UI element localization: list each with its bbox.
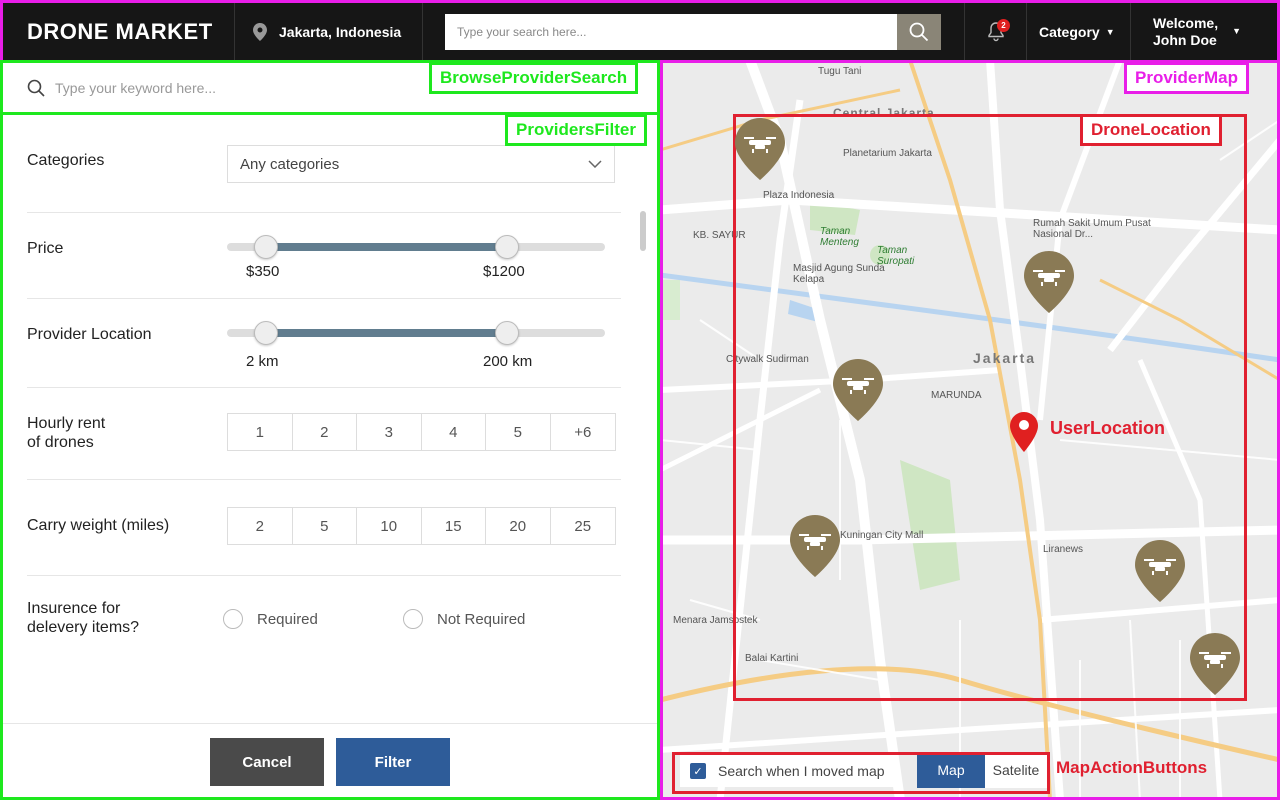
categories-dropdown[interactable]: Any categories xyxy=(227,145,615,183)
drone-pin-icon[interactable] xyxy=(790,515,840,577)
distance-slider-range xyxy=(266,329,507,337)
categories-label: Categories xyxy=(27,152,105,169)
hourly-option[interactable]: 4 xyxy=(422,414,486,450)
insurance-not-required-radio[interactable]: Not Required xyxy=(403,609,525,629)
caret-down-icon: ▼ xyxy=(1105,26,1115,37)
hourly-option[interactable]: 5 xyxy=(486,414,551,450)
top-navigation-bar: DRONE MARKET Jakarta, Indonesia 2 Catego… xyxy=(0,0,1280,60)
annotation-providers-filter: ProvidersFilter xyxy=(505,114,647,146)
notification-badge: 2 xyxy=(997,19,1010,32)
map-action-buttons-area xyxy=(672,752,1050,794)
provider-location-label: Provider Location xyxy=(27,326,152,343)
hourly-option[interactable]: +6 xyxy=(551,414,616,450)
welcome-text: Welcome, John Doe xyxy=(1153,15,1218,49)
location-selector[interactable]: Jakarta, Indonesia xyxy=(235,3,423,60)
insurance-label-line1: Insurence for xyxy=(27,600,121,617)
app-logo[interactable]: DRONE MARKET xyxy=(3,3,235,60)
drone-pin-icon[interactable] xyxy=(1190,633,1240,695)
price-max-handle[interactable] xyxy=(495,235,519,259)
caret-down-icon: ▼ xyxy=(1232,26,1242,36)
drone-pin-icon[interactable] xyxy=(1024,251,1074,313)
filter-scrollbar[interactable] xyxy=(640,211,646,251)
welcome-line: Welcome, xyxy=(1153,14,1219,31)
weight-option[interactable]: 10 xyxy=(357,508,422,544)
filter-provider-location: Provider Location 2 km 200 km xyxy=(27,299,621,388)
weight-option[interactable]: 2 xyxy=(228,508,293,544)
user-name: John Doe xyxy=(1153,31,1217,48)
categories-value: Any categories xyxy=(240,155,340,173)
price-min-value: $350 xyxy=(246,263,280,280)
insurance-label-line2: delevery items? xyxy=(27,619,140,636)
providers-panel: Categories Any categories Price $350 $12… xyxy=(0,60,660,800)
filter-price: Price $350 $1200 xyxy=(27,213,621,299)
weight-option[interactable]: 25 xyxy=(551,508,616,544)
hourly-rent-label: Hourly rent of drones xyxy=(27,414,105,452)
search-button[interactable] xyxy=(897,13,941,50)
filter-insurance: Insurence for delevery items? Required N… xyxy=(27,576,621,676)
map-pin-icon xyxy=(253,22,267,41)
chevron-down-icon xyxy=(588,160,602,168)
price-label: Price xyxy=(27,240,64,257)
annotation-map-action-buttons: MapActionButtons xyxy=(1056,758,1208,777)
insurance-required-radio[interactable]: Required xyxy=(223,609,318,629)
header-search-input[interactable] xyxy=(445,13,897,50)
insurance-label: Insurence for delevery items? xyxy=(27,599,139,637)
search-box xyxy=(445,13,941,50)
weight-option[interactable]: 5 xyxy=(293,508,357,544)
cancel-button[interactable]: Cancel xyxy=(210,738,324,786)
drone-pin-icon[interactable] xyxy=(735,118,785,180)
notifications-button[interactable]: 2 xyxy=(965,3,1027,60)
search-icon xyxy=(909,22,929,41)
weight-option[interactable]: 15 xyxy=(422,508,486,544)
radio-circle xyxy=(403,609,423,629)
hourly-rent-label-line2: of drones xyxy=(27,434,94,451)
annotation-provider-map: ProviderMap xyxy=(1124,62,1249,94)
hourly-option[interactable]: 1 xyxy=(228,414,293,450)
price-slider-range xyxy=(266,243,507,251)
radio-label: Not Required xyxy=(437,610,526,628)
price-slider[interactable] xyxy=(227,235,605,259)
weight-option[interactable]: 20 xyxy=(486,508,551,544)
distance-min-handle[interactable] xyxy=(254,321,278,345)
distance-max-handle[interactable] xyxy=(495,321,519,345)
annotation-user-location: UserLocation xyxy=(1050,418,1166,438)
map-label-tugu-tani: Tugu Tani xyxy=(818,66,862,77)
search-icon xyxy=(27,79,45,97)
annotation-browse-provider-search: BrowseProviderSearch xyxy=(429,62,639,94)
category-label: Category xyxy=(1039,23,1100,40)
filter-actions: Cancel Filter xyxy=(3,723,657,797)
drone-pin-icon[interactable] xyxy=(1135,540,1185,602)
radio-circle xyxy=(223,609,243,629)
carry-weight-options: 2 5 10 15 20 25 xyxy=(227,507,616,545)
user-menu[interactable]: Welcome, John Doe ▼ xyxy=(1131,3,1277,60)
distance-max-value: 200 km xyxy=(483,353,533,370)
keyword-search-input[interactable] xyxy=(55,79,415,96)
header-search xyxy=(423,3,965,60)
radio-label: Required xyxy=(257,610,318,628)
user-location-pin-icon[interactable] xyxy=(1010,412,1038,452)
distance-min-value: 2 km xyxy=(246,353,279,370)
price-min-handle[interactable] xyxy=(254,235,278,259)
category-dropdown[interactable]: Category ▼ xyxy=(1027,3,1131,60)
filter-button[interactable]: Filter xyxy=(336,738,450,786)
drone-location-area xyxy=(733,114,1247,701)
drone-pin-icon[interactable] xyxy=(833,359,883,421)
distance-slider[interactable] xyxy=(227,321,605,345)
hourly-rent-options: 1 2 3 4 5 +6 xyxy=(227,413,616,451)
carry-weight-label: Carry weight (miles) xyxy=(27,517,170,534)
location-label: Jakarta, Indonesia xyxy=(279,23,402,40)
filter-carry-weight: Carry weight (miles) 2 5 10 15 20 25 xyxy=(27,480,621,576)
annotation-drone-location: DroneLocation xyxy=(1080,114,1222,146)
hourly-rent-label-line1: Hourly rent xyxy=(27,415,106,432)
hourly-option[interactable]: 2 xyxy=(293,414,357,450)
price-max-value: $1200 xyxy=(483,263,525,280)
hourly-option[interactable]: 3 xyxy=(357,414,422,450)
filter-hourly-rent: Hourly rent of drones 1 2 3 4 5 +6 xyxy=(27,388,621,480)
